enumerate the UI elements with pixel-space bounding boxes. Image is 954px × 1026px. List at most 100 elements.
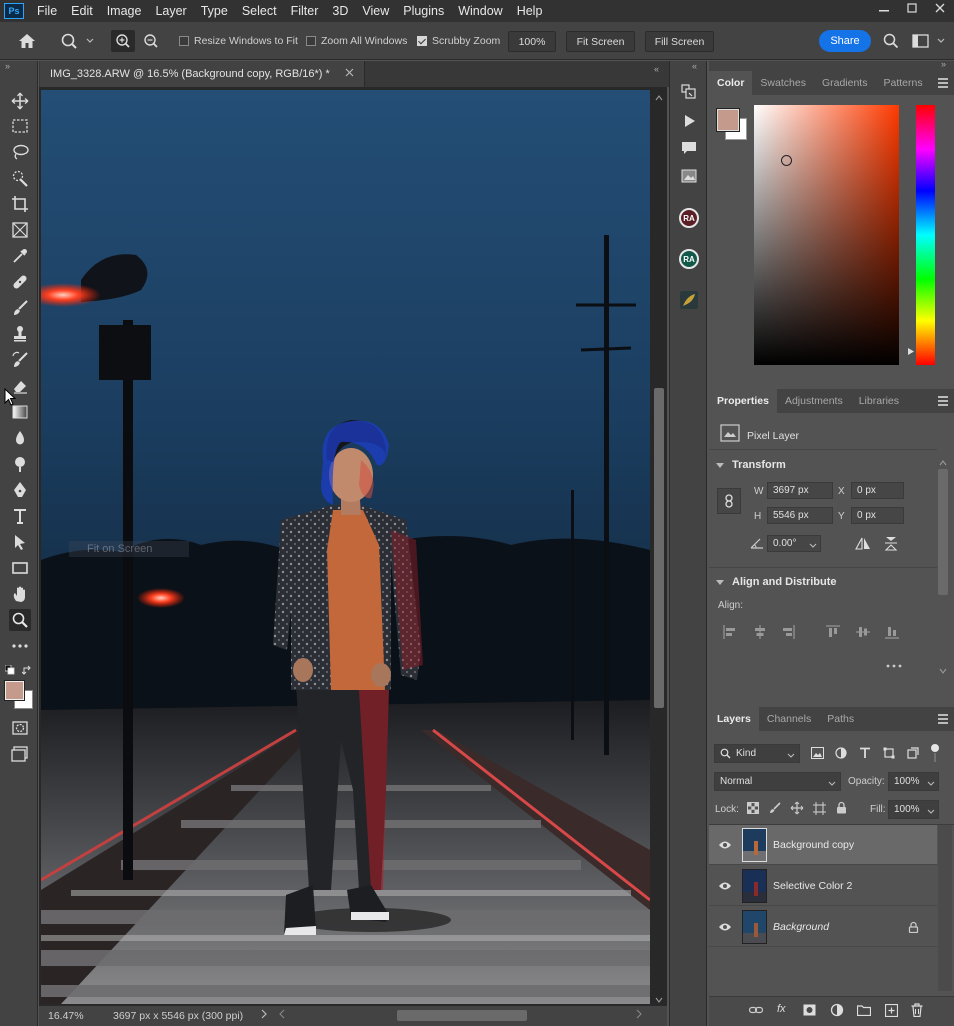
foreground-color-swatch[interactable] xyxy=(4,680,25,701)
layers-scrollbar[interactable] xyxy=(938,825,952,991)
workspace-icon[interactable] xyxy=(912,34,948,51)
properties-panel-menu-icon[interactable] xyxy=(938,396,948,406)
layers-panel-menu-icon[interactable] xyxy=(938,714,948,724)
filter-toggle-icon[interactable] xyxy=(929,743,941,766)
flip-vertical-icon[interactable] xyxy=(884,536,898,554)
color-panel-foreground-swatch[interactable] xyxy=(716,108,740,132)
properties-scroll-down-icon[interactable] xyxy=(939,665,947,677)
libraries-panel-icon[interactable] xyxy=(678,165,700,187)
pen-tool-icon[interactable] xyxy=(9,479,31,501)
marquee-tool-icon[interactable] xyxy=(9,115,31,137)
zoom-tool-icon[interactable] xyxy=(9,609,31,631)
properties-scroll-thumb[interactable] xyxy=(938,469,948,595)
fill-dropdown-icon[interactable] xyxy=(927,807,935,818)
scrubby-zoom-checkbox[interactable]: Scrubby Zoom xyxy=(417,35,500,47)
more-tools-icon[interactable] xyxy=(9,635,31,657)
crop-tool-icon[interactable] xyxy=(9,193,31,215)
new-layer-icon[interactable] xyxy=(884,1003,899,1020)
new-group-icon[interactable] xyxy=(856,1004,872,1019)
tab-libraries[interactable]: Libraries xyxy=(851,389,907,413)
align-bottom-icon[interactable] xyxy=(885,625,899,642)
brush-tool-icon[interactable] xyxy=(9,297,31,319)
healing-brush-tool-icon[interactable] xyxy=(9,271,31,293)
fill-screen-button[interactable]: Fill Screen xyxy=(645,31,714,52)
tab-adjustments[interactable]: Adjustments xyxy=(777,389,851,413)
clone-stamp-tool-icon[interactable] xyxy=(9,323,31,345)
lock-position-icon[interactable] xyxy=(790,801,804,818)
share-button[interactable]: Share xyxy=(819,30,871,52)
plugin-ra-icon-1[interactable]: RA xyxy=(678,207,700,229)
align-section-header[interactable]: Align and Distribute xyxy=(716,576,837,588)
tab-properties[interactable]: Properties xyxy=(709,389,777,413)
close-document-icon[interactable] xyxy=(345,68,354,80)
hue-slider[interactable] xyxy=(916,105,935,365)
blend-mode-select[interactable]: Normal xyxy=(714,772,841,791)
tab-channels[interactable]: Channels xyxy=(759,707,819,731)
filter-adjustment-icon[interactable] xyxy=(835,747,847,762)
close-icon[interactable] xyxy=(926,0,954,16)
tab-color[interactable]: Color xyxy=(709,71,753,95)
visibility-eye-icon[interactable] xyxy=(718,881,732,894)
status-zoom[interactable]: 16.47% xyxy=(48,1010,84,1022)
type-tool-icon[interactable] xyxy=(9,505,31,527)
maximize-icon[interactable] xyxy=(898,0,926,16)
path-selection-tool-icon[interactable] xyxy=(9,531,31,553)
resize-windows-checkbox[interactable]: Resize Windows to Fit xyxy=(179,35,298,47)
y-field[interactable]: 0 px xyxy=(851,507,904,524)
scrubby-zoom-check[interactable] xyxy=(417,36,427,46)
filter-smart-object-icon[interactable] xyxy=(907,747,919,762)
menu-select[interactable]: Select xyxy=(235,0,284,22)
horizontal-scroll-thumb[interactable] xyxy=(397,1010,527,1021)
link-layers-icon[interactable] xyxy=(748,1005,764,1018)
align-middle-icon[interactable] xyxy=(856,625,870,642)
collapse-tools-icon[interactable]: » xyxy=(5,61,10,71)
visibility-eye-icon[interactable] xyxy=(718,922,732,935)
menu-view[interactable]: View xyxy=(355,0,396,22)
opacity-field[interactable]: 100% xyxy=(888,772,939,791)
filter-type-icon[interactable] xyxy=(859,747,871,762)
menu-file[interactable]: File xyxy=(30,0,64,22)
delete-layer-icon[interactable] xyxy=(911,1003,923,1020)
tab-paths[interactable]: Paths xyxy=(819,707,862,731)
visibility-eye-icon[interactable] xyxy=(718,840,732,853)
angle-dropdown-icon[interactable] xyxy=(809,541,817,552)
layer-row-selective-color-2[interactable]: Selective Color 2 xyxy=(709,866,937,906)
menu-edit[interactable]: Edit xyxy=(64,0,100,22)
menu-filter[interactable]: Filter xyxy=(284,0,326,22)
properties-scroll-up-icon[interactable] xyxy=(939,457,947,469)
layer-filter-kind-select[interactable]: Kind xyxy=(714,744,800,763)
align-center-icon[interactable] xyxy=(753,625,767,642)
align-top-icon[interactable] xyxy=(826,625,840,642)
menu-type[interactable]: Type xyxy=(194,0,235,22)
plugin-feather-icon[interactable] xyxy=(678,289,700,311)
zoom-100-button[interactable]: 100% xyxy=(508,31,556,52)
zoom-in-icon[interactable] xyxy=(111,30,135,52)
width-field[interactable]: 3697 px xyxy=(767,482,833,499)
color-picker-field[interactable] xyxy=(754,105,899,365)
fill-field[interactable]: 100% xyxy=(888,800,939,819)
dodge-tool-icon[interactable] xyxy=(9,453,31,475)
canvas-vertical-scrollbar[interactable] xyxy=(652,90,666,1004)
lock-transparent-icon[interactable] xyxy=(747,802,759,817)
move-tool-icon[interactable] xyxy=(9,90,31,112)
screen-mode-icon[interactable] xyxy=(9,743,31,765)
hue-slider-handle[interactable] xyxy=(907,347,915,359)
color-panel-menu-icon[interactable] xyxy=(938,78,948,88)
menu-help[interactable]: Help xyxy=(510,0,550,22)
quick-mask-icon[interactable] xyxy=(9,717,31,739)
vertical-scroll-thumb[interactable] xyxy=(654,388,664,708)
height-field[interactable]: 5546 px xyxy=(767,507,833,524)
home-icon[interactable] xyxy=(18,33,36,52)
history-panel-icon[interactable] xyxy=(678,81,700,103)
rectangle-tool-icon[interactable] xyxy=(9,557,31,579)
layer-row-background[interactable]: Background xyxy=(709,907,937,947)
eyedropper-tool-icon[interactable] xyxy=(9,245,31,267)
align-right-icon[interactable] xyxy=(781,625,795,642)
default-colors-icon[interactable] xyxy=(4,664,15,678)
frame-tool-icon[interactable] xyxy=(9,219,31,241)
zoom-all-windows-check[interactable] xyxy=(306,36,316,46)
search-icon[interactable] xyxy=(883,33,899,52)
scroll-up-icon[interactable] xyxy=(655,92,663,104)
fit-screen-button[interactable]: Fit Screen xyxy=(566,31,635,52)
color-picker-cursor[interactable] xyxy=(781,155,792,166)
